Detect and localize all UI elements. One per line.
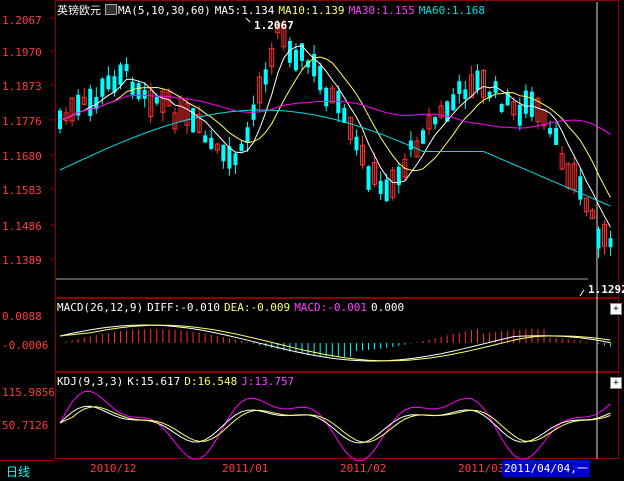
candle-down — [342, 107, 347, 123]
candle-down — [293, 49, 298, 71]
date-tick: 2010/12 — [90, 462, 137, 475]
macd-tick: 0.0088 — [2, 310, 42, 323]
kdj-params: KDJ(9,3,3) — [57, 375, 124, 388]
candle-down — [336, 90, 341, 114]
macd-tick: -0.0006 — [2, 339, 49, 352]
ma-params: MA(5,10,30,60) — [118, 4, 211, 17]
macd-diff-line — [59, 324, 611, 362]
candle-down — [596, 228, 601, 249]
price-tick: 1.2067 — [2, 14, 42, 27]
ma30-value: MA30:1.155 — [348, 4, 415, 17]
candle-down — [263, 69, 268, 85]
candle-down — [517, 104, 522, 126]
candle-down — [529, 91, 534, 117]
ma60-line — [59, 109, 611, 207]
candle-down — [142, 89, 147, 99]
candle-down — [548, 128, 553, 135]
kdj-k-line — [59, 405, 611, 444]
candle-down — [421, 130, 425, 144]
kdj-j-line — [59, 390, 611, 462]
macd-dea: DEA:-0.009 — [223, 301, 291, 314]
candle-down — [154, 97, 159, 104]
candle-down — [233, 153, 238, 166]
price-tick: 1.1680 — [2, 150, 42, 163]
price-tick: 1.1970 — [2, 46, 42, 59]
ma5-line — [59, 45, 611, 228]
candle-down — [203, 135, 208, 143]
ma5-value: MA5:1.134 — [214, 4, 275, 17]
candle-down — [227, 146, 232, 169]
candle-down — [239, 143, 244, 152]
price-tick: 1.1486 — [2, 220, 42, 233]
kdj-tick: 50.7126 — [2, 419, 49, 432]
candle-down — [433, 117, 438, 125]
candle-down — [523, 90, 528, 114]
date-tick: 2011/01 — [222, 462, 269, 475]
kdj-k: K:15.617 — [127, 375, 181, 388]
low-price-label: 1.1292 — [588, 283, 624, 296]
cursor-date: 2011/04/04,一 — [502, 460, 590, 477]
candle-down — [608, 238, 613, 248]
candle-down — [318, 65, 323, 91]
candle-down — [106, 75, 111, 90]
period-tab[interactable]: 日线 — [0, 460, 55, 481]
candle-down — [457, 81, 462, 94]
date-tick: 2011/03 — [458, 462, 505, 475]
candle-down — [463, 89, 468, 100]
candle-down — [378, 180, 383, 194]
candle-down — [554, 128, 559, 145]
candle-down — [384, 179, 389, 202]
indicator-icon[interactable] — [105, 4, 117, 15]
price-tick: 1.1776 — [2, 115, 42, 128]
high-marker-arrow — [245, 17, 251, 23]
ma30-line — [59, 94, 611, 135]
high-price-label: 1.2067 — [254, 19, 294, 32]
candle-down — [245, 127, 250, 143]
kdj-d: D:16.548 — [184, 375, 238, 388]
macd-dea-line — [59, 324, 611, 362]
kdj-tick: 115.9856 — [2, 386, 55, 399]
macd-extra: 0.000 — [371, 301, 405, 314]
price-tick: 1.1389 — [2, 254, 42, 267]
candle-down — [366, 166, 371, 190]
kdj-add-button[interactable]: + — [610, 377, 622, 389]
period-label: 日线 — [6, 465, 31, 479]
ma10-value: MA10:1.139 — [278, 4, 345, 17]
macd-params: MACD(26,12,9) — [57, 301, 144, 314]
macd-add-button[interactable]: + — [610, 303, 622, 315]
candle-down — [100, 78, 105, 97]
macd-legend: MACD(26,12,9) DIFF:-0.010 DEA:-0.009 MACD:-… — [57, 301, 408, 314]
price-tick: 1.1583 — [2, 184, 42, 197]
candle-down — [451, 94, 456, 111]
candle-down — [499, 103, 504, 112]
macd-value: MACD:-0.001 — [294, 301, 368, 314]
candle-down — [475, 70, 480, 91]
candle-down — [88, 88, 93, 116]
candle-down — [354, 136, 359, 151]
candle-down — [209, 137, 214, 149]
instrument-name: 英镑欧元 — [57, 4, 101, 17]
candle-down — [578, 176, 583, 200]
kdj-j: J:13.757 — [241, 375, 295, 388]
ma60-value: MA60:1.168 — [418, 4, 486, 17]
candle-down — [221, 144, 226, 162]
chart-drawing — [50, 2, 613, 462]
macd-diff: DIFF:-0.010 — [147, 301, 220, 314]
kdj-legend: KDJ(9,3,3) K:15.617 D:16.548 J:13.757 — [57, 375, 298, 388]
candle-down — [118, 64, 123, 85]
price-tick: 1.1873 — [2, 80, 42, 93]
ma-legend: 英镑欧元 MA(5,10,30,60) MA5:1.134 MA10:1.139 MA3… — [57, 2, 489, 18]
date-tick: 2011/02 — [340, 462, 387, 475]
candle-down — [324, 87, 329, 107]
candle-down — [130, 81, 135, 95]
low-marker-arrow — [579, 289, 585, 297]
candle-down — [136, 83, 141, 100]
candle-down — [124, 64, 129, 72]
